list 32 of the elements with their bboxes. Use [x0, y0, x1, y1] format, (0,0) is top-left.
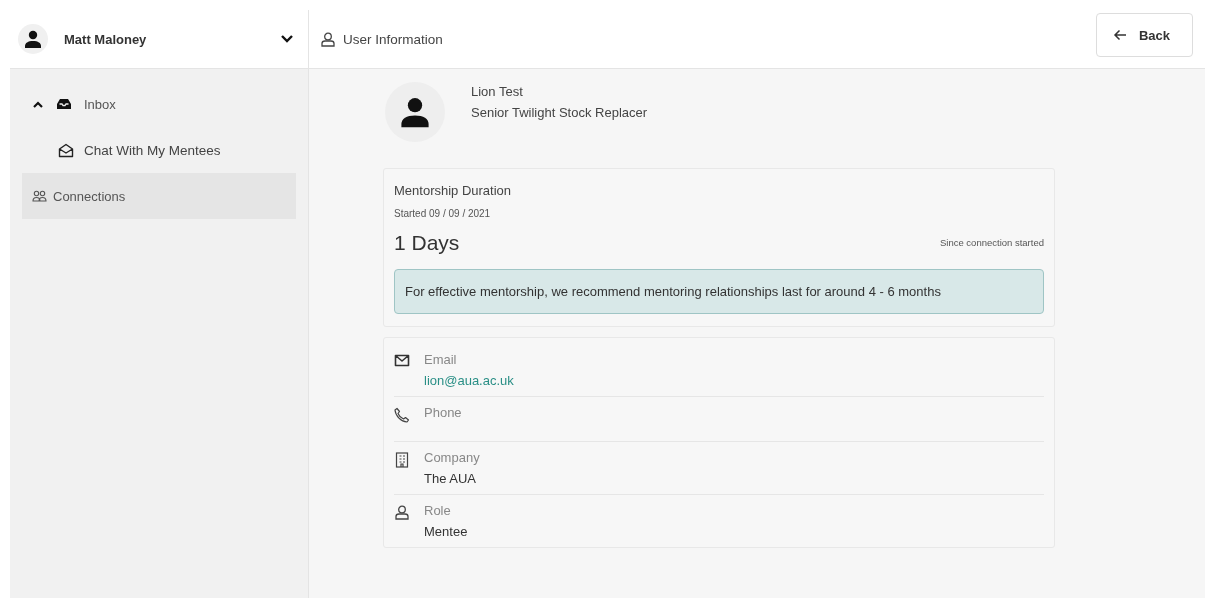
email-link[interactable]: lion@aua.ac.uk — [424, 373, 514, 388]
people-icon — [32, 190, 47, 202]
inbox-icon — [56, 98, 72, 110]
duration-caption: Since connection started — [939, 237, 1044, 248]
duration-value: 1 Days — [394, 231, 460, 255]
building-icon — [395, 452, 409, 468]
user-icon — [395, 505, 409, 520]
card-title: Mentorship Duration — [394, 183, 513, 198]
nav-item[interactable]: Chat With My Mentees — [22, 127, 296, 173]
chevron-up-icon[interactable] — [32, 99, 44, 109]
info-banner: For effective mentorship, we recommend mentoring relationships last for around 4 - 6 months — [394, 269, 1044, 314]
phone-icon — [394, 407, 410, 423]
user-name[interactable]: Matt Maloney — [64, 31, 270, 47]
detail-value: The AUA — [424, 471, 478, 486]
nav-item[interactable]: Inbox — [22, 81, 296, 127]
user-icon — [321, 31, 335, 47]
detail-value: Mentee — [424, 524, 468, 539]
person-icon — [398, 95, 432, 129]
detail-label: Email — [424, 352, 458, 367]
envelope-icon — [394, 354, 410, 367]
page-title: User Information — [343, 31, 444, 47]
nav-item[interactable]: Connections — [22, 173, 296, 219]
detail-label: Phone — [424, 405, 462, 420]
profile-name: Lion Test — [471, 84, 524, 99]
arrow-left-icon — [1112, 29, 1127, 41]
profile-role: Senior Twilight Stock Replacer — [471, 105, 648, 120]
detail-label: Role — [424, 503, 452, 518]
start-date: Started 09 / 09 / 2021 — [394, 208, 492, 219]
chevron-down-icon[interactable] — [280, 34, 294, 44]
detail-label: Company — [424, 450, 480, 465]
open-envelope-icon — [58, 142, 74, 158]
back-button[interactable]: Back — [1095, 13, 1193, 57]
